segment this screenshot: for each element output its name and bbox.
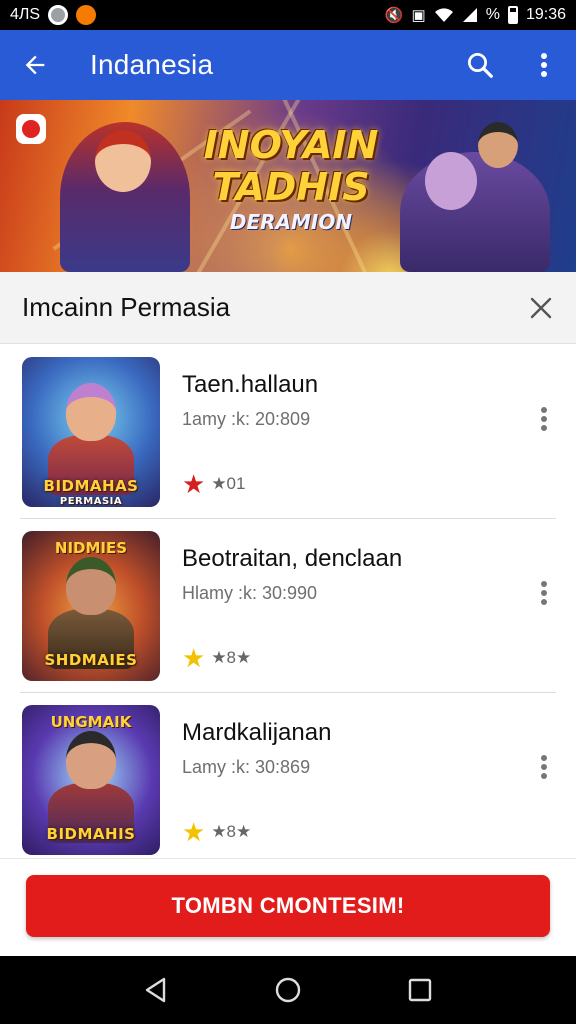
- item-more-button[interactable]: [522, 571, 566, 615]
- back-button[interactable]: [0, 30, 70, 100]
- more-vert-icon: [541, 755, 547, 779]
- system-nav-bar: [0, 956, 576, 1024]
- game-rating: ★ ★01: [182, 471, 245, 497]
- signal-icon: [462, 8, 477, 22]
- thumb-top-label: NIDMIES: [54, 539, 128, 557]
- search-icon: [468, 53, 493, 78]
- cta-button[interactable]: TOMBN CMONTESIM!: [26, 875, 550, 937]
- status-left-text: 4ЛЅ: [10, 6, 41, 23]
- hero-face-back: [478, 122, 518, 168]
- rating-text: ★8★: [211, 822, 252, 841]
- more-vert-icon: [541, 407, 547, 431]
- item-info: Taen.hallaun 1amy :k: 20:809 ★ ★01: [182, 357, 556, 506]
- app-title: Indanesia: [90, 49, 214, 80]
- vibrate-icon: ▣: [411, 6, 426, 24]
- rating-text: ★8★: [211, 648, 252, 667]
- battery-icon: [507, 6, 518, 24]
- section-header: Imcainn Permasia: [0, 272, 576, 344]
- nav-recents-button[interactable]: [390, 960, 450, 1020]
- cta-container: TOMBN CMONTESIM!: [0, 858, 576, 956]
- list-item[interactable]: BIDMAHAS PERMASIA Taen.hallaun 1amy :k: …: [20, 345, 556, 519]
- banner-title-line1: INOYAIN: [203, 123, 379, 167]
- thumb-top-label: UNGMAIK: [50, 713, 132, 731]
- item-info: Mardkalijanan Lamy :k: 30:869 ★ ★8★: [182, 705, 556, 855]
- status-right: 🔇 ▣ % 19:36: [385, 6, 566, 24]
- thumb-character-face: [66, 731, 116, 789]
- more-vert-icon: [541, 53, 547, 77]
- overflow-menu-button[interactable]: [512, 33, 576, 97]
- list-item[interactable]: NIDMIES SHDMAIES Beotraitan, denclaan Hl…: [20, 519, 556, 693]
- app-actions: [448, 33, 576, 97]
- game-meta: Lamy :k: 30:869: [182, 757, 311, 777]
- game-meta: Hlamy :k: 30:990: [182, 583, 318, 603]
- item-more-button[interactable]: [522, 745, 566, 789]
- hero-face-left: [95, 130, 151, 192]
- game-thumbnail[interactable]: UNGMAIK BIDMAHIS: [22, 705, 160, 855]
- square-recents-icon: [408, 978, 432, 1002]
- arrow-left-icon: [25, 55, 45, 75]
- star-icon: ★: [182, 817, 206, 847]
- status-bar: 4ЛЅ 🔇 ▣ % 19:36: [0, 0, 576, 30]
- status-left: 4ЛЅ: [10, 5, 97, 25]
- promo-banner[interactable]: INOYAIN TADHIS DERAMION: [0, 100, 576, 272]
- list-item[interactable]: UNGMAIK BIDMAHIS Mardkalijanan Lamy :k: …: [20, 693, 556, 857]
- notification-icon: [48, 5, 69, 25]
- rating-text: ★01: [211, 474, 246, 493]
- game-list: BIDMAHAS PERMASIA Taen.hallaun 1amy :k: …: [0, 345, 576, 857]
- app-notification-icon: [76, 5, 97, 25]
- banner-badge-icon: [16, 114, 46, 144]
- star-icon: ★: [182, 469, 206, 499]
- banner-title-line2: TADHIS: [212, 165, 370, 209]
- game-meta: 1amy :k: 20:809: [182, 409, 311, 429]
- item-more-button[interactable]: [522, 397, 566, 441]
- triangle-back-icon: [145, 977, 166, 1003]
- search-button[interactable]: [448, 33, 512, 97]
- game-title: Beotraitan, denclaan: [182, 545, 403, 572]
- star-icon: ★: [182, 643, 206, 673]
- more-vert-icon: [541, 581, 547, 605]
- thumb-label: SHDMAIES: [44, 651, 138, 669]
- game-rating: ★ ★8★: [182, 819, 251, 845]
- game-title: Mardkalijanan: [182, 719, 332, 746]
- close-icon: [530, 297, 552, 318]
- game-title: Taen.hallaun: [182, 371, 319, 398]
- status-time: 19:36: [525, 6, 566, 23]
- thumb-sublabel: PERMASIA: [59, 496, 123, 507]
- thumb-character-face: [66, 557, 116, 615]
- thumb-label: BIDMAHIS: [46, 825, 136, 843]
- close-button[interactable]: [506, 273, 576, 343]
- item-info: Beotraitan, denclaan Hlamy :k: 30:990 ★ …: [182, 531, 556, 680]
- mute-icon: 🔇: [384, 6, 404, 24]
- circle-home-icon: [275, 977, 301, 1003]
- game-rating: ★ ★8★: [182, 645, 251, 671]
- section-title: Imcainn Permasia: [22, 292, 231, 322]
- thumb-character-face: [66, 383, 116, 441]
- banner-title: INOYAIN TADHIS DERAMION: [196, 126, 386, 232]
- nav-back-button[interactable]: [126, 960, 186, 1020]
- banner-title-line3: DERAMION: [229, 210, 353, 234]
- game-thumbnail[interactable]: BIDMAHAS PERMASIA: [22, 357, 160, 507]
- app-bar: Indanesia: [0, 30, 576, 100]
- hero-face-right: [425, 152, 477, 210]
- thumb-label: BIDMAHAS: [43, 477, 139, 495]
- game-thumbnail[interactable]: NIDMIES SHDMAIES: [22, 531, 160, 681]
- signal-text: %: [485, 6, 500, 23]
- nav-home-button[interactable]: [258, 960, 318, 1020]
- wifi-icon: [434, 8, 453, 22]
- phone-screen: 4ЛЅ 🔇 ▣ % 19:36 Indanesia INOYAIN TADHIS…: [0, 0, 576, 1024]
